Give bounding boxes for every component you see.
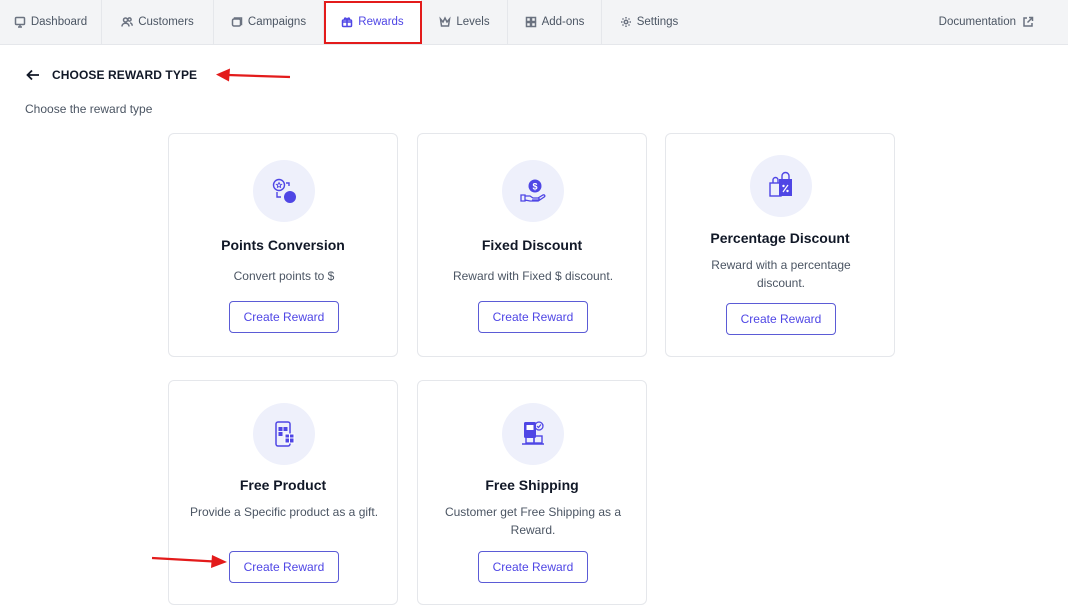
tab-addons[interactable]: Add-ons [508,0,602,44]
top-navigation: Dashboard Customers Campaigns Rewards Le… [0,0,1068,45]
reward-card-percentage-discount: Percentage Discount Reward with a percen… [665,133,895,357]
tab-label: Dashboard [30,16,88,28]
tab-label: Levels [456,16,490,28]
free-shipping-icon [502,403,564,465]
create-reward-button[interactable]: Create Reward [478,301,588,333]
levels-icon [439,16,451,27]
card-description: Reward with Fixed $ discount. [452,269,614,283]
back-header[interactable]: CHOOSE REWARD TYPE [26,66,197,84]
annotation-arrow [151,555,227,568]
annotation-highlight-box [324,1,422,44]
create-reward-button[interactable]: Create Reward [229,301,339,333]
fixed-discount-icon: $ [502,160,564,222]
card-title: Percentage Discount [710,230,850,246]
documentation-link[interactable]: Documentation [939,0,1034,44]
card-description: Convert points to $ [233,269,335,283]
addons-icon [525,16,536,28]
points-conversion-icon [253,160,315,222]
customers-icon [121,17,134,27]
tab-label: Campaigns [247,16,307,28]
create-reward-button[interactable]: Create Reward [229,551,339,583]
reward-card-fixed-discount: $ Fixed Discount Reward with Fixed $ dis… [417,133,647,357]
reward-card-points-conversion: Points Conversion Convert points to $ Cr… [168,133,398,357]
tab-label: Add-ons [541,16,585,28]
card-description: Customer get Free Shipping as a Reward. [444,505,622,537]
tab-dashboard[interactable]: Dashboard [0,0,102,44]
external-link-icon [1023,16,1034,27]
documentation-label: Documentation [938,16,1016,28]
svg-text:$: $ [532,182,537,192]
card-title: Free Product [239,477,327,493]
card-description: Reward with a percentage discount. [711,258,851,290]
tab-label: Customers [138,16,194,28]
reward-card-free-shipping: Free Shipping Customer get Free Shipping… [417,380,647,605]
card-title: Free Shipping [485,477,579,493]
tab-settings[interactable]: Settings [602,0,696,44]
free-product-icon [253,403,315,465]
reward-card-free-product: Free Product Provide a Specific product … [168,380,398,605]
annotation-arrow [216,68,291,82]
dashboard-icon [14,16,26,28]
tab-customers[interactable]: Customers [102,0,214,44]
create-reward-button[interactable]: Create Reward [478,551,588,583]
percentage-discount-icon [750,155,812,217]
campaigns-icon [231,17,243,27]
page-title: CHOOSE REWARD TYPE [52,68,198,82]
create-reward-button[interactable]: Create Reward [726,303,836,335]
settings-icon [620,17,631,27]
tab-campaigns[interactable]: Campaigns [214,0,324,44]
card-title: Points Conversion [221,237,345,253]
card-description: Provide a Specific product as a gift. [189,505,379,519]
page-subtitle: Choose the reward type [25,102,153,116]
card-title: Fixed Discount [481,237,583,253]
back-arrow-icon [26,69,39,81]
tab-levels[interactable]: Levels [422,0,508,44]
tab-label: Settings [636,16,679,28]
